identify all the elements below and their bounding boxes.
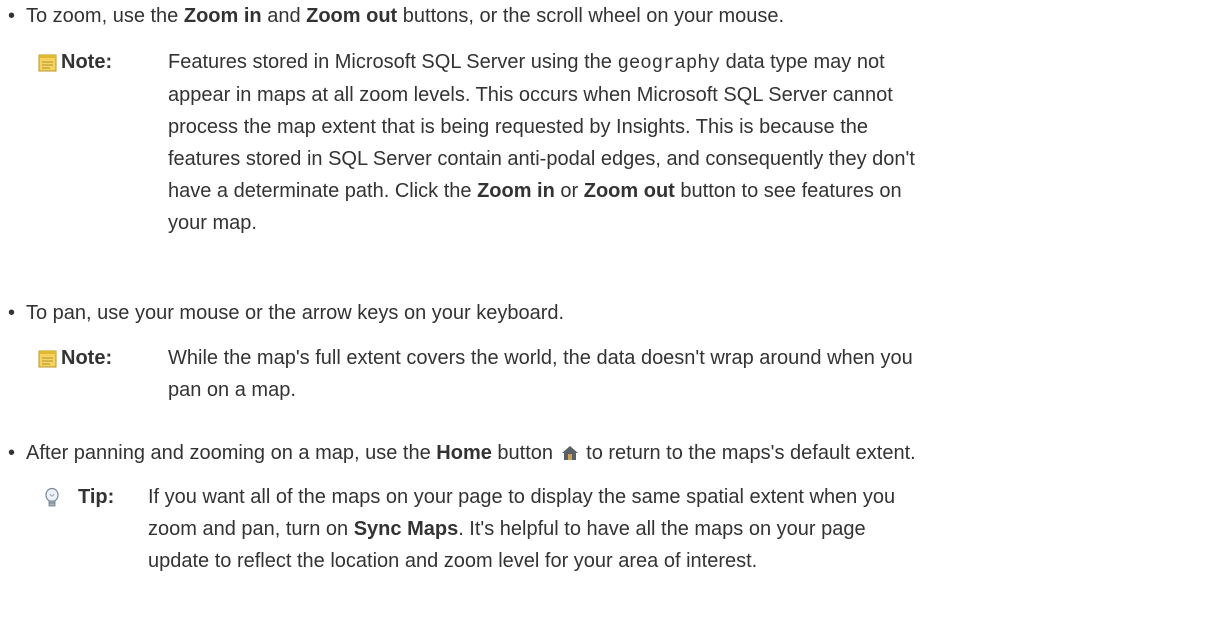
list-item-text: buttons, or the scroll wheel on your mou… (397, 5, 785, 27)
tip-body: If you want all of the maps on your page… (148, 481, 1188, 577)
note-line: While the map's full extent covers the w… (168, 347, 913, 369)
list-item-pan: • To pan, use your mouse or the arrow key… (8, 297, 1208, 329)
help-document: • To zoom, use the Zoom in and Zoom out b… (0, 0, 1214, 632)
bullet-dot: • (8, 5, 16, 27)
note-line: appear in maps at all zoom levels. This … (168, 84, 893, 106)
list-item-text: After panning and zooming on a map, use … (26, 442, 437, 464)
list-item-text: To zoom, use the (26, 5, 184, 27)
note-line: pan on a map. (168, 379, 296, 401)
note-line: process the map extent that is being req… (168, 116, 869, 138)
list-item-text: and (261, 5, 307, 27)
list-item-text: To pan, use your mouse or the arrow keys… (26, 302, 565, 324)
bullet-dot: • (8, 442, 16, 464)
geography-code: geography (617, 52, 721, 74)
lightbulb-icon (45, 487, 59, 507)
zoom-out-label: Zoom out (306, 5, 398, 27)
list-item-text: button (491, 442, 559, 464)
note-line: Features stored in Microsoft SQL Server … (168, 51, 885, 74)
tip-line: update to reflect the location and zoom … (148, 550, 758, 572)
bullet-dot: • (8, 302, 16, 324)
list-item-home: • After panning and zooming on a map, use… (8, 437, 1208, 469)
home-label: Home (436, 442, 492, 464)
note-line: features stored in SQL Server contain an… (168, 148, 915, 170)
note-icon (38, 350, 57, 368)
list-item-text: to return to the maps's default extent. (580, 442, 916, 464)
tip-label: Tip: (78, 486, 115, 508)
note-label: Note: (61, 51, 113, 73)
note-body: Features stored in Microsoft SQL Server … (168, 46, 1208, 239)
note-line: your map. (168, 212, 257, 234)
zoom-in-label: Zoom in (183, 5, 262, 27)
note-icon (38, 54, 57, 72)
zoom-in-label: Zoom in (477, 180, 555, 202)
note-body: While the map's full extent covers the w… (168, 342, 1208, 406)
zoom-out-label: Zoom out (583, 180, 675, 202)
home-icon (561, 446, 578, 460)
tip-line: zoom and pan, turn on Sync Maps. It's he… (148, 518, 866, 540)
list-item-zoom: • To zoom, use the Zoom in and Zoom out b… (8, 0, 1208, 32)
sync-maps-label: Sync Maps (353, 518, 459, 540)
note-line: have a determinate path. Click the Zoom … (168, 180, 902, 202)
tip-line: If you want all of the maps on your page… (148, 486, 896, 508)
note-label: Note: (61, 347, 113, 369)
